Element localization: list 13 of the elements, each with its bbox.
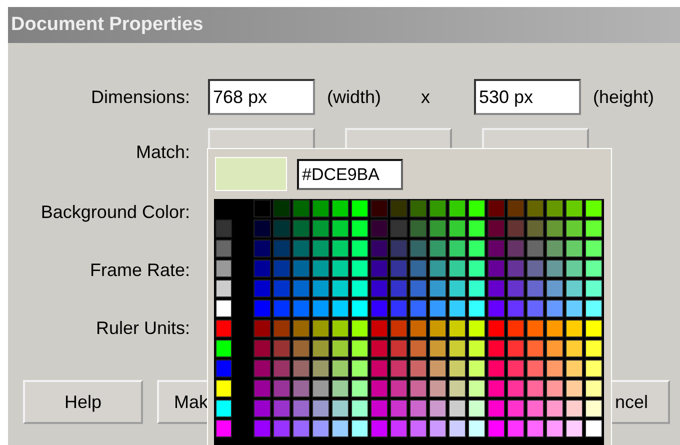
times-sign: x xyxy=(421,86,430,108)
unit-label: (width) xyxy=(327,86,382,108)
hex-field[interactable]: #DCE9BA xyxy=(297,158,403,190)
dialog-button[interactable]: Help xyxy=(23,380,143,424)
field-label: Background Color: xyxy=(40,202,190,222)
unit-label: (height) xyxy=(593,86,654,108)
field-label: Match: xyxy=(134,142,190,163)
field-label: Dimensions: xyxy=(90,86,190,108)
field-label: Frame Rate: xyxy=(88,260,190,280)
field-label: Ruler Units: xyxy=(94,318,190,338)
height-field[interactable]: 530 px xyxy=(474,79,582,115)
width-field[interactable]: 768 px xyxy=(208,79,315,115)
window-title: Document Properties xyxy=(8,7,680,43)
